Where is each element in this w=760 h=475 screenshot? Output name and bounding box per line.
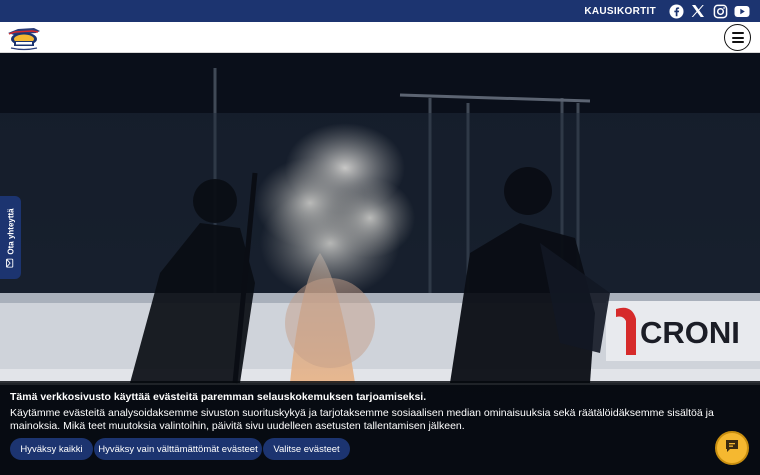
accept-all-button[interactable]: Hyväksy kaikki	[10, 438, 93, 460]
contact-tab-label: Ota yhteyttä	[6, 207, 16, 255]
chat-icon	[724, 438, 740, 459]
main-navbar	[0, 22, 760, 53]
hamburger-menu-icon	[731, 32, 744, 34]
cookie-banner: Tämä verkkosivusto käyttää evästeitä par…	[0, 381, 760, 475]
youtube-icon[interactable]	[734, 3, 750, 19]
top-bar: KAUSIKORTIT	[0, 0, 760, 22]
cookie-banner-text: Käytämme evästeitä analysoidaksemme sivu…	[10, 407, 714, 432]
facebook-icon[interactable]	[668, 3, 684, 19]
x-icon[interactable]	[690, 3, 706, 19]
mail-icon	[5, 258, 16, 268]
contact-tab[interactable]: Ota yhteyttä	[0, 196, 21, 279]
choose-cookies-button[interactable]: Valitse evästeet	[263, 438, 350, 460]
hamburger-menu-button[interactable]	[724, 24, 751, 51]
cookie-banner-title: Tämä verkkosivusto käyttää evästeitä par…	[10, 391, 427, 403]
arena-board-ad: CRONI	[606, 301, 760, 361]
chat-button[interactable]	[715, 431, 749, 465]
season-tickets-link[interactable]: KAUSIKORTIT	[584, 6, 656, 17]
accept-necessary-button[interactable]: Hyväksy vain välttämättömät evästeet	[94, 438, 262, 460]
svg-text:CRONI: CRONI	[640, 315, 740, 350]
instagram-icon[interactable]	[712, 3, 728, 19]
vaasan-sport-logo[interactable]	[6, 24, 42, 51]
